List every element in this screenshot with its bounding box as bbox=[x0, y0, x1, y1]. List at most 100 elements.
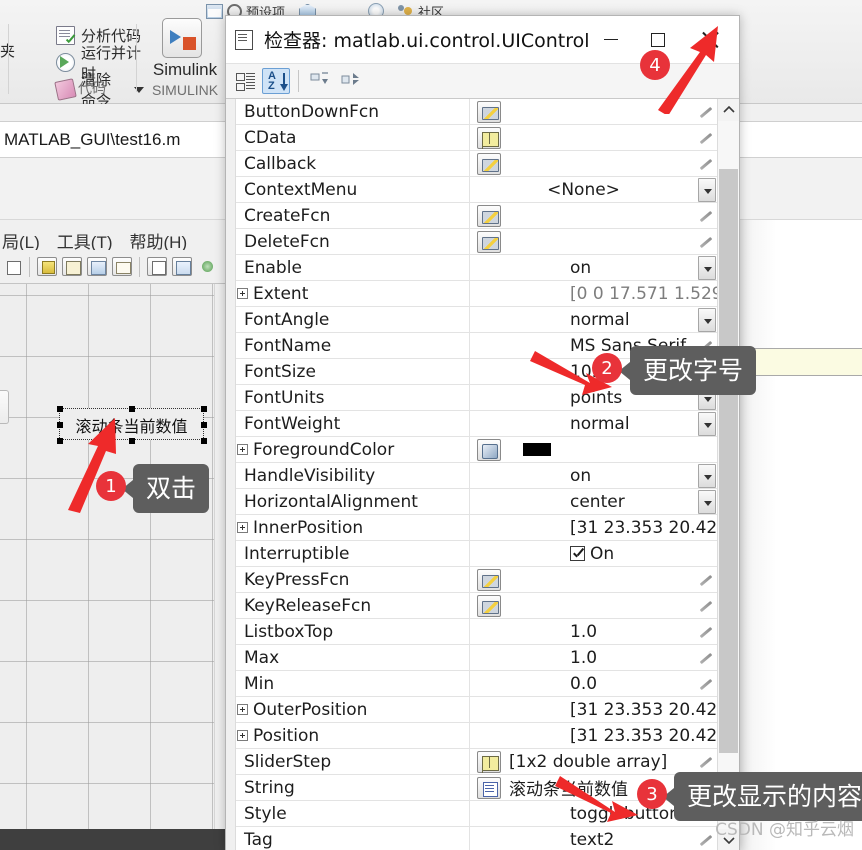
property-value-cell[interactable]: [31 23.353 20.429 1.588] bbox=[470, 697, 739, 723]
property-row[interactable]: FontAngle normal bbox=[236, 306, 717, 333]
property-value-cell[interactable]: on bbox=[470, 463, 717, 489]
property-inspector-icon[interactable] bbox=[172, 257, 192, 276]
resize-handle[interactable] bbox=[129, 406, 135, 412]
property-checkbox[interactable] bbox=[570, 546, 585, 561]
property-value-cell[interactable]: normal bbox=[470, 307, 717, 333]
property-row[interactable]: Min 0.0 bbox=[236, 670, 717, 697]
property-value-cell[interactable]: on bbox=[470, 255, 717, 281]
function-editor-icon[interactable] bbox=[477, 594, 501, 617]
expand-icon[interactable] bbox=[237, 522, 248, 533]
edit-pencil-icon[interactable] bbox=[698, 833, 713, 847]
property-row[interactable]: Interruptible On bbox=[236, 540, 717, 567]
object-browser-icon[interactable] bbox=[197, 257, 217, 276]
expand-icon[interactable] bbox=[237, 288, 248, 299]
property-row[interactable]: ListboxTop 1.0 bbox=[236, 618, 717, 645]
resize-handle[interactable] bbox=[57, 406, 63, 412]
expand-icon[interactable] bbox=[237, 704, 248, 715]
function-editor-icon[interactable] bbox=[477, 204, 501, 227]
simulink-icon[interactable] bbox=[162, 18, 202, 58]
expand-icon[interactable] bbox=[237, 730, 248, 741]
edit-pencil-icon[interactable] bbox=[698, 755, 713, 769]
resize-handle[interactable] bbox=[201, 438, 207, 444]
resize-handle[interactable] bbox=[201, 406, 207, 412]
property-value-cell[interactable] bbox=[470, 593, 717, 619]
property-row[interactable]: KeyPressFcn bbox=[236, 566, 717, 593]
property-row[interactable]: HorizontalAlignment center bbox=[236, 488, 717, 515]
dropdown-button[interactable] bbox=[698, 411, 716, 436]
property-value-cell[interactable] bbox=[470, 203, 717, 229]
tab-order-editor-icon[interactable] bbox=[87, 257, 107, 276]
property-row[interactable]: CData bbox=[236, 124, 717, 151]
property-row[interactable]: KeyReleaseFcn bbox=[236, 592, 717, 619]
dropdown-button[interactable] bbox=[698, 489, 716, 514]
property-value-cell[interactable]: center bbox=[470, 489, 717, 515]
edit-pencil-icon[interactable] bbox=[698, 235, 713, 249]
dropdown-button[interactable] bbox=[698, 307, 716, 332]
dropdown-button[interactable] bbox=[698, 255, 716, 280]
property-row[interactable]: OuterPosition [31 23.353 20.429 1.588] bbox=[236, 696, 739, 723]
sort-az-icon[interactable]: AZ bbox=[262, 68, 290, 94]
toolbar-editor-icon[interactable] bbox=[112, 257, 132, 276]
property-value-cell[interactable]: 0.0 bbox=[470, 671, 717, 697]
property-row[interactable]: Position [31 23.353 20.429 1.588] bbox=[236, 722, 739, 749]
dropdown-button[interactable] bbox=[698, 177, 716, 202]
property-row[interactable]: DeleteFcn bbox=[236, 228, 717, 255]
property-row[interactable]: Max 1.0 bbox=[236, 644, 717, 671]
dropdown-button[interactable] bbox=[698, 463, 716, 488]
property-row[interactable]: FontWeight normal bbox=[236, 410, 717, 437]
property-row[interactable]: Enable on bbox=[236, 254, 717, 281]
categorized-icon[interactable] bbox=[231, 68, 259, 94]
edit-pencil-icon[interactable] bbox=[698, 599, 713, 613]
inspector-scrollbar[interactable] bbox=[717, 99, 739, 850]
guide-menu-help[interactable]: 帮助(H) bbox=[130, 228, 188, 253]
collapse-all-icon[interactable] bbox=[338, 68, 366, 94]
minimize-button[interactable] bbox=[587, 16, 634, 63]
function-editor-icon[interactable] bbox=[477, 152, 501, 175]
property-value-cell[interactable] bbox=[470, 229, 717, 255]
property-row[interactable]: InnerPosition [31 23.353 20.429 1.588] bbox=[236, 514, 739, 541]
property-row[interactable]: ButtonDownFcn bbox=[236, 99, 717, 125]
guide-menu-layout[interactable]: 局(L) bbox=[2, 228, 40, 253]
property-value-cell[interactable] bbox=[470, 437, 717, 463]
property-row[interactable]: ContextMenu <None> bbox=[236, 176, 717, 203]
edit-pencil-icon[interactable] bbox=[698, 625, 713, 639]
property-value-cell[interactable]: 1.0 bbox=[470, 619, 717, 645]
edit-pencil-icon[interactable] bbox=[698, 651, 713, 665]
function-editor-icon[interactable] bbox=[477, 230, 501, 253]
string-editor-icon[interactable] bbox=[477, 776, 501, 799]
expand-icon[interactable] bbox=[237, 444, 248, 455]
property-value-cell[interactable] bbox=[470, 567, 717, 593]
array-editor-icon[interactable] bbox=[477, 750, 501, 773]
edit-pencil-icon[interactable] bbox=[698, 131, 713, 145]
property-row[interactable]: ForegroundColor bbox=[236, 436, 717, 463]
pointer-icon[interactable] bbox=[2, 257, 22, 276]
guide-canvas[interactable] bbox=[0, 284, 214, 829]
property-value-cell[interactable]: [0 0 17.571 1.529] bbox=[470, 281, 729, 307]
property-row[interactable]: Extent [0 0 17.571 1.529] bbox=[236, 280, 729, 307]
expand-all-icon[interactable] bbox=[307, 68, 335, 94]
property-value-cell[interactable]: [31 23.353 20.429 1.588] bbox=[470, 515, 739, 541]
guide-menu-tools[interactable]: 工具(T) bbox=[57, 228, 113, 253]
property-value-cell[interactable]: On bbox=[470, 541, 717, 567]
resize-handle[interactable] bbox=[201, 422, 207, 428]
property-row[interactable]: CreateFcn bbox=[236, 202, 717, 229]
menu-editor-icon[interactable] bbox=[62, 257, 82, 276]
m-file-editor-icon[interactable] bbox=[147, 257, 167, 276]
function-editor-icon[interactable] bbox=[477, 568, 501, 591]
edit-pencil-icon[interactable] bbox=[698, 677, 713, 691]
property-value-cell[interactable] bbox=[470, 125, 717, 151]
property-list[interactable]: ButtonDownFcn CData Callback ContextMenu <No… bbox=[226, 99, 739, 850]
property-value-cell[interactable] bbox=[470, 151, 717, 177]
property-row[interactable]: Callback bbox=[236, 150, 717, 177]
property-value-cell[interactable]: normal bbox=[470, 411, 717, 437]
edit-pencil-icon[interactable] bbox=[698, 209, 713, 223]
color-picker-icon[interactable] bbox=[477, 438, 501, 461]
edit-pencil-icon[interactable] bbox=[698, 157, 713, 171]
property-row[interactable]: HandleVisibility on bbox=[236, 462, 717, 489]
property-value-cell[interactable]: 1.0 bbox=[470, 645, 717, 671]
function-editor-icon[interactable] bbox=[477, 100, 501, 123]
color-swatch[interactable] bbox=[523, 443, 551, 456]
property-value-cell[interactable]: [31 23.353 20.429 1.588] bbox=[470, 723, 739, 749]
align-objects-icon[interactable] bbox=[37, 257, 57, 276]
property-value-cell[interactable]: <None> bbox=[470, 177, 717, 203]
